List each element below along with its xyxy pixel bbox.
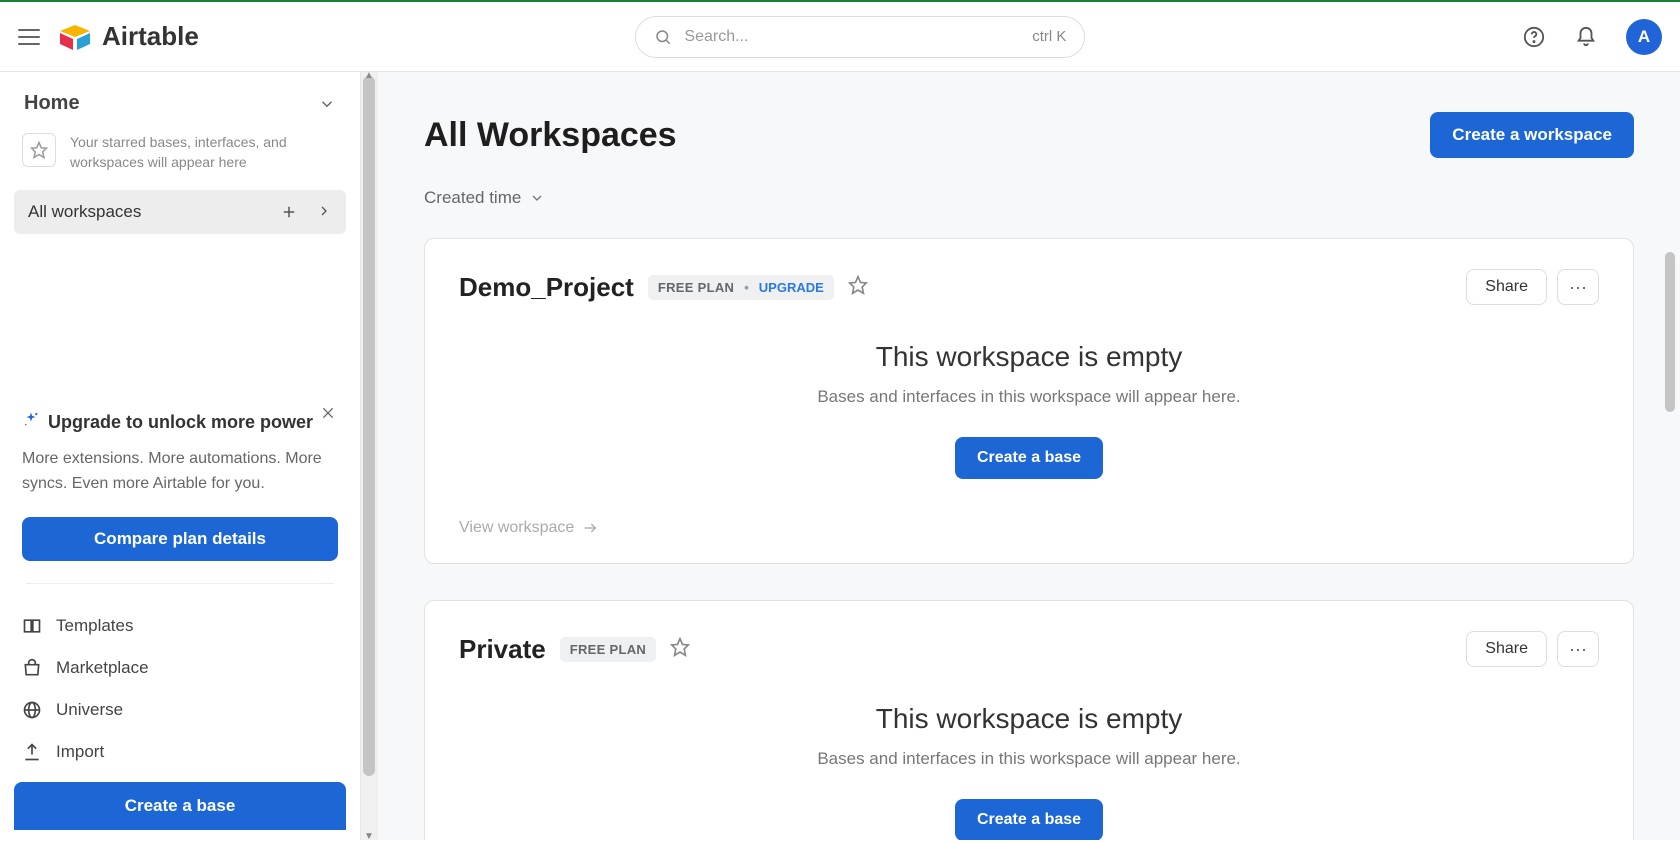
sidebar-create-base-button[interactable]: Create a base [14,782,346,830]
bag-icon [22,658,42,678]
plan-label: FREE PLAN [658,280,734,295]
plan-pill: FREE PLAN • UPGRADE [648,275,834,300]
sidebar-scrollbar[interactable]: ▲ ▼ [360,72,378,840]
main-panel: All Workspaces Create a workspace Create… [378,72,1680,840]
view-workspace-link[interactable]: View workspace [459,519,1599,537]
avatar[interactable]: A [1626,19,1662,55]
chevron-right-icon[interactable] [316,203,332,219]
starred-hint-row: Your starred bases, interfaces, and work… [10,129,350,190]
book-icon [22,616,42,636]
globe-icon [22,700,42,720]
page-title: All Workspaces [424,116,677,155]
sidebar-home[interactable]: Home [10,92,350,129]
sidebar-link-label: Templates [56,616,133,636]
search-box[interactable]: ctrl K [635,16,1085,58]
avatar-initial: A [1638,27,1650,47]
sidebar-all-workspaces-label: All workspaces [28,202,141,222]
sidebar: Home Your starred bases, interfaces, and… [0,72,360,840]
dot: • [744,280,749,295]
search-shortcut: ctrl K [1032,28,1066,45]
search-icon [654,28,672,46]
create-workspace-button[interactable]: Create a workspace [1430,112,1634,158]
empty-title: This workspace is empty [459,341,1599,373]
create-base-button[interactable]: Create a base [955,437,1103,479]
compare-plans-button[interactable]: Compare plan details [22,517,338,561]
menu-icon[interactable] [18,29,40,45]
sort-label: Created time [424,188,521,208]
brand[interactable]: Airtable [58,21,199,52]
upgrade-link[interactable]: UPGRADE [759,280,824,295]
sidebar-bottom-links: Templates Marketplace Universe Import [10,616,350,762]
sidebar-link-label: Import [56,742,104,762]
arrow-right-icon [582,520,598,536]
search-input[interactable] [684,28,1020,46]
sidebar-home-label: Home [24,92,80,115]
empty-title: This workspace is empty [459,703,1599,735]
empty-body: Bases and interfaces in this workspace w… [459,387,1599,407]
close-icon[interactable] [320,405,336,426]
help-icon[interactable] [1522,25,1546,49]
share-button[interactable]: Share [1466,631,1547,667]
starred-hint-text: Your starred bases, interfaces, and work… [70,133,320,172]
workspace-card: Private FREE PLAN Share ··· This workspace i… [424,600,1634,840]
sparkle-icon [22,411,40,434]
sort-dropdown[interactable]: Created time [424,188,1634,208]
sidebar-link-label: Marketplace [56,658,149,678]
brand-name: Airtable [102,21,199,52]
chevron-down-icon [529,190,545,206]
workspace-card: Demo_Project FREE PLAN • UPGRADE Share ··· Thi… [424,238,1634,564]
sidebar-link-label: Universe [56,700,123,720]
upload-icon [22,742,42,762]
plus-icon[interactable] [280,203,298,221]
notifications-icon[interactable] [1574,25,1598,49]
upgrade-body-text: More extensions. More automations. More … [22,446,338,497]
star-icon[interactable] [670,637,690,662]
upgrade-title-text: Upgrade to unlock more power [48,412,313,433]
star-icon[interactable] [848,275,868,300]
scroll-down-icon[interactable]: ▼ [364,831,374,842]
main-scrollbar[interactable] [1662,72,1678,840]
sidebar-link-import[interactable]: Import [22,742,338,762]
sidebar-all-workspaces[interactable]: All workspaces [14,190,346,234]
workspace-name[interactable]: Demo_Project [459,272,634,303]
scroll-up-icon[interactable]: ▲ [364,70,374,81]
top-bar: Airtable ctrl K A [0,0,1680,72]
empty-body: Bases and interfaces in this workspace w… [459,749,1599,769]
star-icon[interactable] [22,133,56,167]
share-button[interactable]: Share [1466,269,1547,305]
more-button[interactable]: ··· [1557,269,1599,305]
plan-label: FREE PLAN [570,642,646,657]
more-button[interactable]: ··· [1557,631,1599,667]
upgrade-card: Upgrade to unlock more power More extens… [10,411,350,616]
sidebar-link-marketplace[interactable]: Marketplace [22,658,338,678]
sidebar-link-universe[interactable]: Universe [22,700,338,720]
brand-logo-icon [58,23,92,51]
create-base-button[interactable]: Create a base [955,799,1103,840]
plan-pill: FREE PLAN [560,637,656,662]
workspace-name[interactable]: Private [459,634,546,665]
sidebar-link-templates[interactable]: Templates [22,616,338,636]
chevron-down-icon [318,95,336,113]
